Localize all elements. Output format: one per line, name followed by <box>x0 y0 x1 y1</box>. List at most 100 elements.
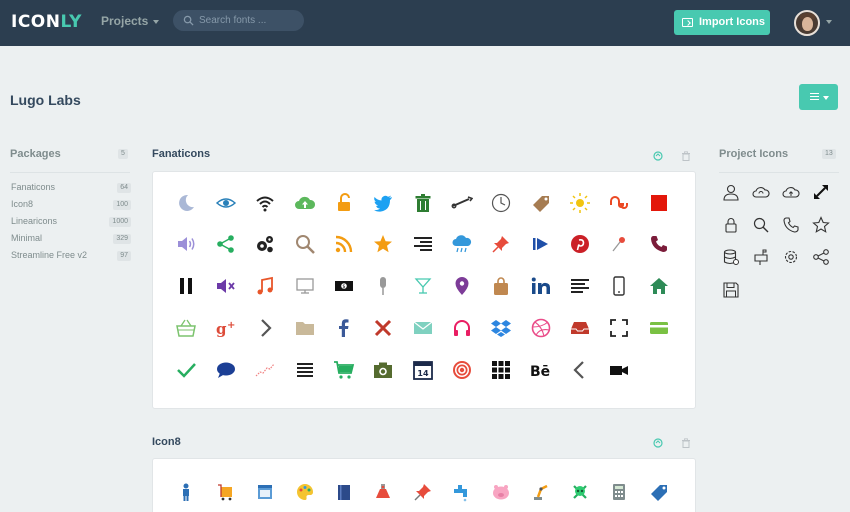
moon-icon[interactable] <box>175 192 197 214</box>
floppy-icon[interactable] <box>722 281 740 299</box>
map-marker-icon[interactable] <box>451 275 473 297</box>
mute-icon[interactable] <box>215 275 237 297</box>
align-left-icon[interactable] <box>569 275 591 297</box>
calendar-icon[interactable]: 14 <box>412 359 434 381</box>
check-icon[interactable] <box>175 359 197 381</box>
calendar-window-icon[interactable] <box>254 481 276 503</box>
gears-icon[interactable] <box>254 233 276 255</box>
trash-icon[interactable] <box>681 151 691 161</box>
package-item-streamline[interactable]: Streamline Free v2 97 <box>11 250 131 266</box>
chat-icon[interactable] <box>215 359 237 381</box>
cloud-upload-icon[interactable] <box>294 192 316 214</box>
faucet-icon[interactable] <box>451 481 473 503</box>
search-box[interactable] <box>173 10 304 31</box>
pin-icon[interactable] <box>490 233 512 255</box>
pushpin-icon[interactable] <box>608 233 630 255</box>
rss-icon[interactable] <box>333 233 355 255</box>
bag-icon[interactable] <box>490 275 512 297</box>
pig-icon[interactable] <box>490 481 512 503</box>
sync-icon[interactable] <box>653 151 663 161</box>
share-outline-icon[interactable] <box>812 248 830 266</box>
calculator-icon[interactable] <box>608 481 630 503</box>
share-icon[interactable] <box>215 233 237 255</box>
google-plus-icon[interactable]: g + <box>215 317 237 339</box>
cloud-upload-outline-icon[interactable] <box>782 183 800 201</box>
facebook-icon[interactable] <box>333 317 355 339</box>
microphone-icon[interactable] <box>372 275 394 297</box>
mailbox-icon[interactable] <box>752 248 770 266</box>
eye-icon[interactable] <box>215 192 237 214</box>
cart-yellow-icon[interactable] <box>215 481 237 503</box>
mail-icon[interactable] <box>412 317 434 339</box>
headphones-icon[interactable] <box>451 317 473 339</box>
cloud-rain-icon[interactable] <box>451 233 473 255</box>
unlock-icon[interactable] <box>333 192 355 214</box>
clock-icon[interactable] <box>490 192 512 214</box>
projects-dropdown[interactable]: Projects <box>101 14 160 28</box>
martini-icon[interactable] <box>412 275 434 297</box>
palette-icon[interactable] <box>294 481 316 503</box>
pushpin-red-icon[interactable] <box>412 481 434 503</box>
search-input[interactable] <box>199 12 299 29</box>
price-tag-icon[interactable] <box>648 481 670 503</box>
user-icon[interactable] <box>722 183 740 201</box>
chart-line-icon[interactable] <box>254 359 276 381</box>
pause-icon[interactable] <box>175 275 197 297</box>
person-icon[interactable] <box>175 481 197 503</box>
play-next-icon[interactable] <box>530 233 552 255</box>
tag-icon[interactable] <box>530 192 552 214</box>
align-right-icon[interactable] <box>412 233 434 255</box>
chevron-left-icon[interactable] <box>569 359 591 381</box>
package-item-minimal[interactable]: Minimal 329 <box>11 233 131 249</box>
twitter-icon[interactable] <box>372 192 394 214</box>
phone-icon[interactable] <box>648 233 670 255</box>
resize-icon[interactable] <box>812 183 830 201</box>
wifi-icon[interactable] <box>254 192 276 214</box>
wrench-icon[interactable] <box>451 192 473 214</box>
chevron-down-icon[interactable] <box>826 20 832 24</box>
sun-icon[interactable] <box>569 192 591 214</box>
star-outline-icon[interactable] <box>812 216 830 234</box>
potion-icon[interactable] <box>372 481 394 503</box>
cart-icon[interactable] <box>333 359 355 381</box>
close-icon[interactable] <box>372 317 394 339</box>
behance-icon[interactable]: Bē <box>530 359 552 381</box>
card-icon[interactable] <box>648 317 670 339</box>
package-item-fanaticons[interactable]: Fanaticons 64 <box>11 182 131 198</box>
star-icon[interactable] <box>372 233 394 255</box>
money-icon[interactable]: $ <box>333 275 355 297</box>
book-icon[interactable] <box>333 481 355 503</box>
menu-icon[interactable] <box>294 359 316 381</box>
settings-icon[interactable] <box>782 248 800 266</box>
home-icon[interactable] <box>648 275 670 297</box>
package-item-linearicons[interactable]: Linearicons 1000 <box>11 216 131 232</box>
sync-icon[interactable] <box>653 438 663 448</box>
dropbox-icon[interactable] <box>490 317 512 339</box>
robot-arm-icon[interactable] <box>530 481 552 503</box>
import-icons-button[interactable]: Import Icons <box>674 10 770 35</box>
app-logo[interactable]: ICONLY <box>11 12 82 32</box>
package-item-icon8[interactable]: Icon8 100 <box>11 199 131 215</box>
monitor-icon[interactable] <box>294 275 316 297</box>
lock-icon[interactable] <box>722 216 740 234</box>
camera-icon[interactable] <box>372 359 394 381</box>
cloud-sync-icon[interactable] <box>752 183 770 201</box>
pinterest-icon[interactable] <box>569 233 591 255</box>
trash-icon[interactable] <box>681 438 691 448</box>
music-icon[interactable] <box>254 275 276 297</box>
chevron-right-icon[interactable] <box>254 317 276 339</box>
database-icon[interactable] <box>722 248 740 266</box>
trash-icon[interactable] <box>412 192 434 214</box>
fullscreen-icon[interactable] <box>608 317 630 339</box>
square-icon[interactable] <box>648 192 670 214</box>
basket-icon[interactable] <box>175 317 197 339</box>
video-icon[interactable] <box>608 359 630 381</box>
target-icon[interactable] <box>451 359 473 381</box>
grid-icon[interactable] <box>490 359 512 381</box>
mobile-icon[interactable] <box>608 275 630 297</box>
folder-icon[interactable] <box>294 317 316 339</box>
dribbble-icon[interactable] <box>530 317 552 339</box>
avatar[interactable] <box>794 10 820 36</box>
volume-icon[interactable] <box>175 233 197 255</box>
stumbleupon-icon[interactable] <box>608 192 630 214</box>
